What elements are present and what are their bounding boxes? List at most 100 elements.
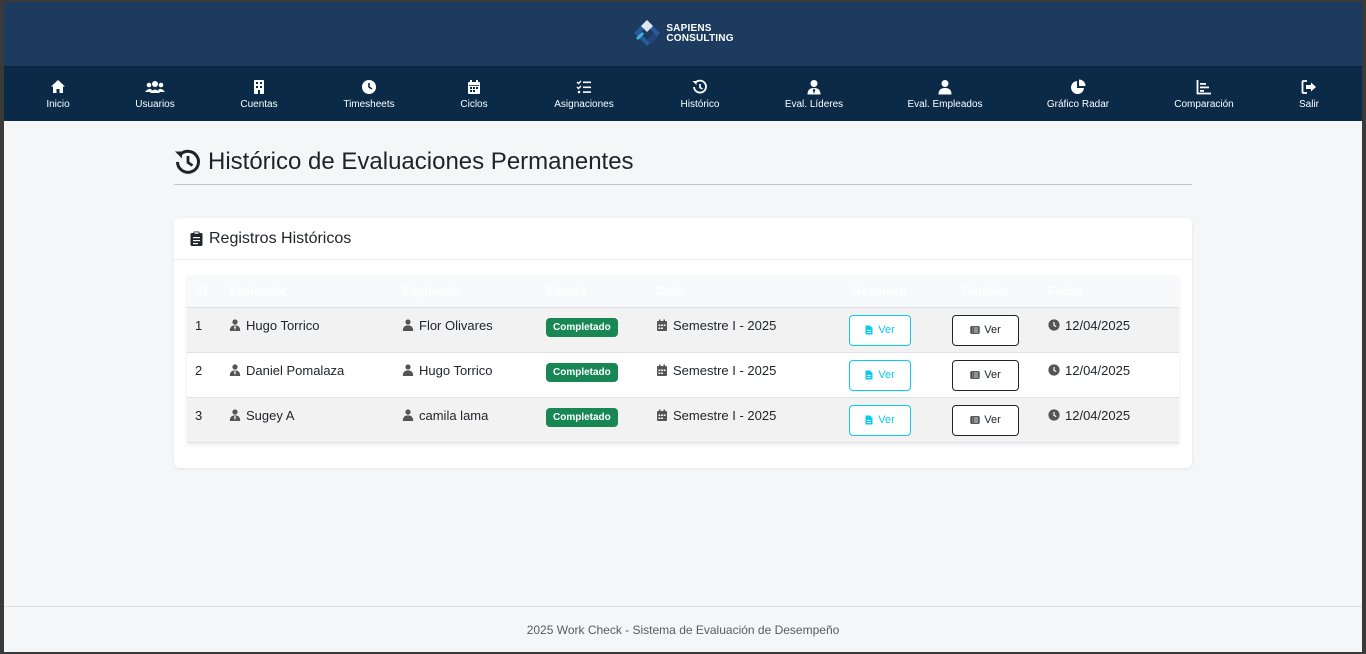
cell-detalles: Ver — [931, 352, 1040, 397]
detalles-ver-button[interactable]: Ver — [952, 404, 1019, 436]
nav-item-ciclos[interactable]: Ciclos — [454, 79, 494, 110]
button-label: Ver — [878, 369, 895, 381]
button-label: Ver — [878, 324, 895, 336]
card-title: Registros Históricos — [209, 229, 352, 247]
page-title: Histórico de Evaluaciones Permanentes — [174, 122, 1192, 184]
nav-item-salir[interactable]: Salir — [1294, 79, 1324, 110]
cell-id: 2 — [195, 362, 203, 378]
column-header-evaluador[interactable]: Evaluador — [221, 275, 394, 308]
detalles-ver-button[interactable]: Ver — [952, 314, 1019, 346]
column-header-resumen[interactable]: Resumen — [828, 275, 931, 308]
nav-item-inicio[interactable]: Inicio — [38, 79, 78, 110]
logo-line-2: CONSULTING — [666, 33, 734, 44]
nav-label: Ciclos — [460, 98, 488, 110]
fecha-text: 12/04/2025 — [1065, 317, 1131, 333]
fecha-text: 12/04/2025 — [1065, 407, 1131, 423]
table-row: 1 Hugo Torrico Flor Olivares Completado … — [187, 307, 1179, 352]
cell-fecha: 12/04/2025 — [1040, 352, 1179, 397]
column-header-estado[interactable]: Estado — [538, 275, 648, 308]
nav-item-timesheets[interactable]: Timesheets — [337, 79, 401, 110]
evaluador-name: Sugey A — [246, 407, 295, 423]
button-label: Ver — [984, 324, 1001, 336]
nav-label: Gráfico Radar — [1046, 98, 1110, 110]
cell-ciclo: Semestre I - 2025 — [648, 307, 828, 352]
sapiens-logo-icon — [634, 20, 661, 46]
nav-label: Asignaciones — [554, 98, 614, 110]
cell-fecha: 12/04/2025 — [1040, 397, 1179, 442]
clock-icon — [362, 79, 376, 94]
empleado-name: camila lama — [419, 407, 489, 423]
footer-text: 2025 Work Check - Sistema de Evaluación … — [526, 622, 840, 637]
nav-label: Histórico — [680, 98, 720, 110]
evaluador-name: Daniel Pomalaza — [246, 362, 345, 378]
cell-empleado: camila lama — [394, 397, 538, 442]
title-divider — [174, 184, 1192, 185]
user-tie-icon — [807, 79, 821, 94]
resumen-ver-button[interactable]: Ver — [848, 359, 911, 391]
cell-empleado: Hugo Torrico — [394, 352, 538, 397]
status-badge: Completado — [546, 407, 618, 427]
nav-item-eval-empleados[interactable]: Eval. Empleados — [900, 79, 990, 110]
user-tie-icon — [229, 364, 241, 376]
column-header-id[interactable]: ID — [187, 275, 221, 308]
cell-estado: Completado — [538, 307, 648, 352]
nav-item-cuentas[interactable]: Cuentas — [234, 79, 284, 110]
detalles-ver-button[interactable]: Ver — [952, 359, 1019, 391]
bar-chart-icon — [1196, 79, 1211, 94]
cell-ciclo: Semestre I - 2025 — [648, 397, 828, 442]
column-header-fecha[interactable]: Fecha — [1040, 275, 1179, 308]
logo-text: SAPIENS CONSULTING — [666, 24, 733, 44]
nav-label: Timesheets — [343, 98, 395, 110]
nav-label: Cuentas — [240, 98, 278, 110]
button-label: Ver — [984, 369, 1001, 381]
nav-label: Eval. Empleados — [907, 98, 983, 110]
resumen-ver-button[interactable]: Ver — [848, 314, 911, 346]
button-label: Ver — [984, 414, 1001, 426]
file-icon — [865, 370, 873, 380]
nav-item-comparacion[interactable]: Comparación — [1164, 79, 1244, 110]
records-card: Registros Históricos ID Evaluador Emplea… — [174, 218, 1192, 468]
calendar-icon — [657, 409, 667, 421]
ciclo-text: Semestre I - 2025 — [673, 407, 777, 423]
nav-label: Eval. Líderes — [784, 98, 844, 110]
nav-label: Inicio — [46, 98, 70, 110]
fecha-text: 12/04/2025 — [1065, 362, 1131, 378]
column-header-ciclo[interactable]: Ciclo — [648, 275, 828, 308]
cell-evaluador: Daniel Pomalaza — [221, 352, 394, 397]
calendar-icon — [657, 364, 667, 376]
cell-evaluador: Hugo Torrico — [221, 307, 394, 352]
page-title-text: Histórico de Evaluaciones Permanentes — [208, 148, 634, 175]
user-icon — [402, 364, 414, 376]
file-icon — [865, 415, 873, 425]
company-logo[interactable]: SAPIENS CONSULTING — [632, 18, 733, 50]
user-icon — [938, 79, 952, 94]
empleado-name: Flor Olivares — [419, 317, 493, 333]
cell-empleado: Flor Olivares — [394, 307, 538, 352]
cell-resumen: Ver — [828, 397, 931, 442]
clock-icon — [1048, 364, 1060, 376]
column-header-detalles[interactable]: Detalles — [931, 275, 1040, 308]
nav-item-usuarios[interactable]: Usuarios — [130, 79, 180, 110]
evaluador-name: Hugo Torrico — [246, 317, 320, 333]
nav-label: Comparación — [1174, 98, 1234, 110]
cell-estado: Completado — [538, 397, 648, 442]
table-row: 3 Sugey A camila lama Completado Semestr… — [187, 397, 1179, 442]
resumen-ver-button[interactable]: Ver — [848, 404, 911, 436]
user-icon — [402, 319, 414, 331]
logout-icon — [1301, 79, 1316, 94]
list-icon — [970, 326, 980, 334]
button-label: Ver — [878, 414, 895, 426]
ciclo-text: Semestre I - 2025 — [673, 362, 777, 378]
nav-item-grafico-radar[interactable]: Gráfico Radar — [1038, 79, 1118, 110]
cell-resumen: Ver — [828, 307, 931, 352]
nav-item-historico[interactable]: Histórico — [672, 79, 728, 110]
clipboard-icon — [190, 231, 203, 246]
user-icon — [402, 409, 414, 421]
nav-item-eval-lideres[interactable]: Eval. Líderes — [779, 79, 849, 110]
column-header-empleado[interactable]: Empleado — [394, 275, 538, 308]
cell-id: 1 — [195, 317, 203, 333]
nav-item-asignaciones[interactable]: Asignaciones — [549, 79, 619, 110]
cell-evaluador: Sugey A — [221, 397, 394, 442]
list-icon — [970, 371, 980, 379]
table-row: 2 Daniel Pomalaza Hugo Torrico Completad… — [187, 352, 1179, 397]
